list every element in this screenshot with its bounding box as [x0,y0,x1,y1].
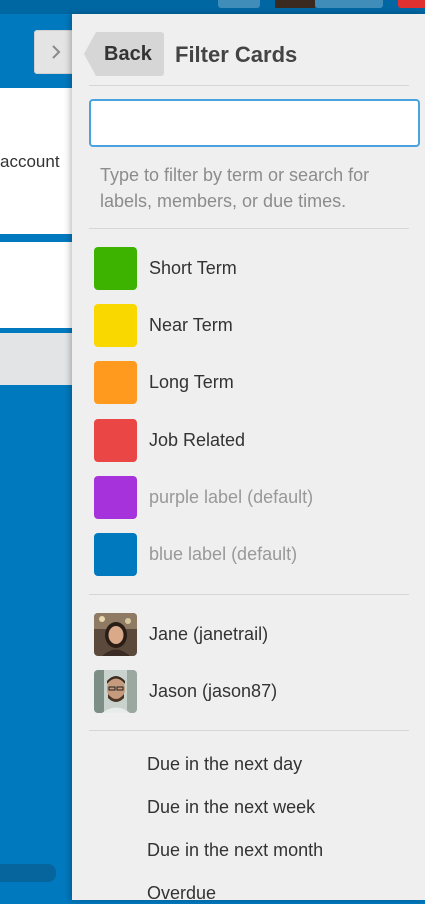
filter-cards-panel: Back Filter Cards Type to filter by term… [72,14,425,903]
label-name: Near Term [149,314,233,335]
label-item[interactable]: Short Term [94,246,414,290]
board-scrollbar[interactable] [0,864,56,882]
label-name: purple label (default) [149,486,314,507]
label-item[interactable]: Job Related [94,418,414,462]
member-item-jason[interactable]: Jason (jason87) [94,669,414,713]
background-card-text: account [0,152,60,171]
divider [89,594,409,595]
background-card[interactable] [0,242,72,328]
due-filter-next-week[interactable]: Due in the next week [147,797,315,818]
notification-button[interactable] [398,0,425,8]
label-item[interactable]: Near Term [94,303,414,347]
board-header [0,0,425,14]
member-item-jane[interactable]: Jane (janetrail) [94,612,414,656]
label-color-swatch [94,532,137,576]
filter-help-text: Type to filter by term or search for lab… [100,165,370,211]
due-filter-next-day[interactable]: Due in the next day [147,754,302,775]
jason-avatar [94,669,137,713]
member-name: Jane (janetrail) [149,623,269,644]
divider [89,730,409,731]
panel-header: Back Filter Cards [72,14,425,86]
background-list-footer [0,333,72,385]
label-color-swatch [94,475,137,519]
due-filter-next-month[interactable]: Due in the next month [147,840,323,861]
label-item[interactable]: purple label (default) [94,475,414,519]
header-avatar[interactable] [275,0,315,8]
label-name: Job Related [149,429,246,450]
back-button[interactable]: Back [84,32,164,76]
divider [89,228,409,229]
header-button[interactable] [315,0,383,8]
filter-search-input[interactable] [89,99,420,147]
label-color-swatch [94,418,137,462]
label-name: Long Term [149,371,234,392]
label-color-swatch [94,360,137,404]
label-item[interactable]: Long Term [94,360,414,404]
chevron-right-icon [52,45,61,59]
jane-avatar [94,612,137,656]
label-color-swatch [94,303,137,347]
panel-title: Filter Cards [175,42,298,67]
member-name: Jason (jason87) [149,680,278,701]
due-filter-overdue[interactable]: Overdue [147,883,216,904]
label-name: Short Term [149,257,237,278]
header-button[interactable] [218,0,260,8]
label-name: blue label (default) [149,543,298,564]
label-item[interactable]: blue label (default) [94,532,414,576]
divider [89,85,409,86]
label-color-swatch [94,246,137,290]
